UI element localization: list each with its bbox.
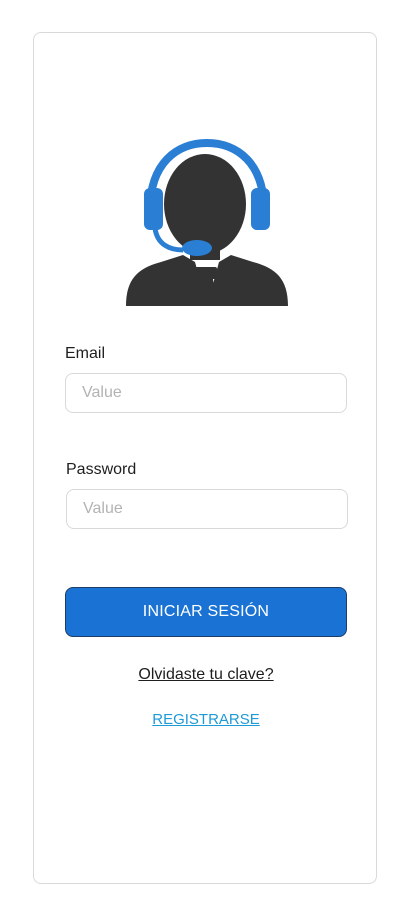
register-link[interactable]: REGISTRARSE	[152, 711, 260, 728]
password-field[interactable]	[66, 489, 348, 529]
email-field[interactable]	[65, 373, 347, 413]
password-label: Password	[66, 461, 137, 478]
forgot-password-container: Olvidaste tu clave?	[0, 666, 412, 684]
email-label: Email	[65, 345, 106, 362]
login-button[interactable]: INICIAR SESIÓN	[65, 587, 347, 637]
forgot-password-link[interactable]: Olvidaste tu clave?	[138, 666, 273, 683]
customer-support-headset-icon	[126, 138, 288, 306]
register-container: REGISTRARSE	[0, 711, 412, 728]
